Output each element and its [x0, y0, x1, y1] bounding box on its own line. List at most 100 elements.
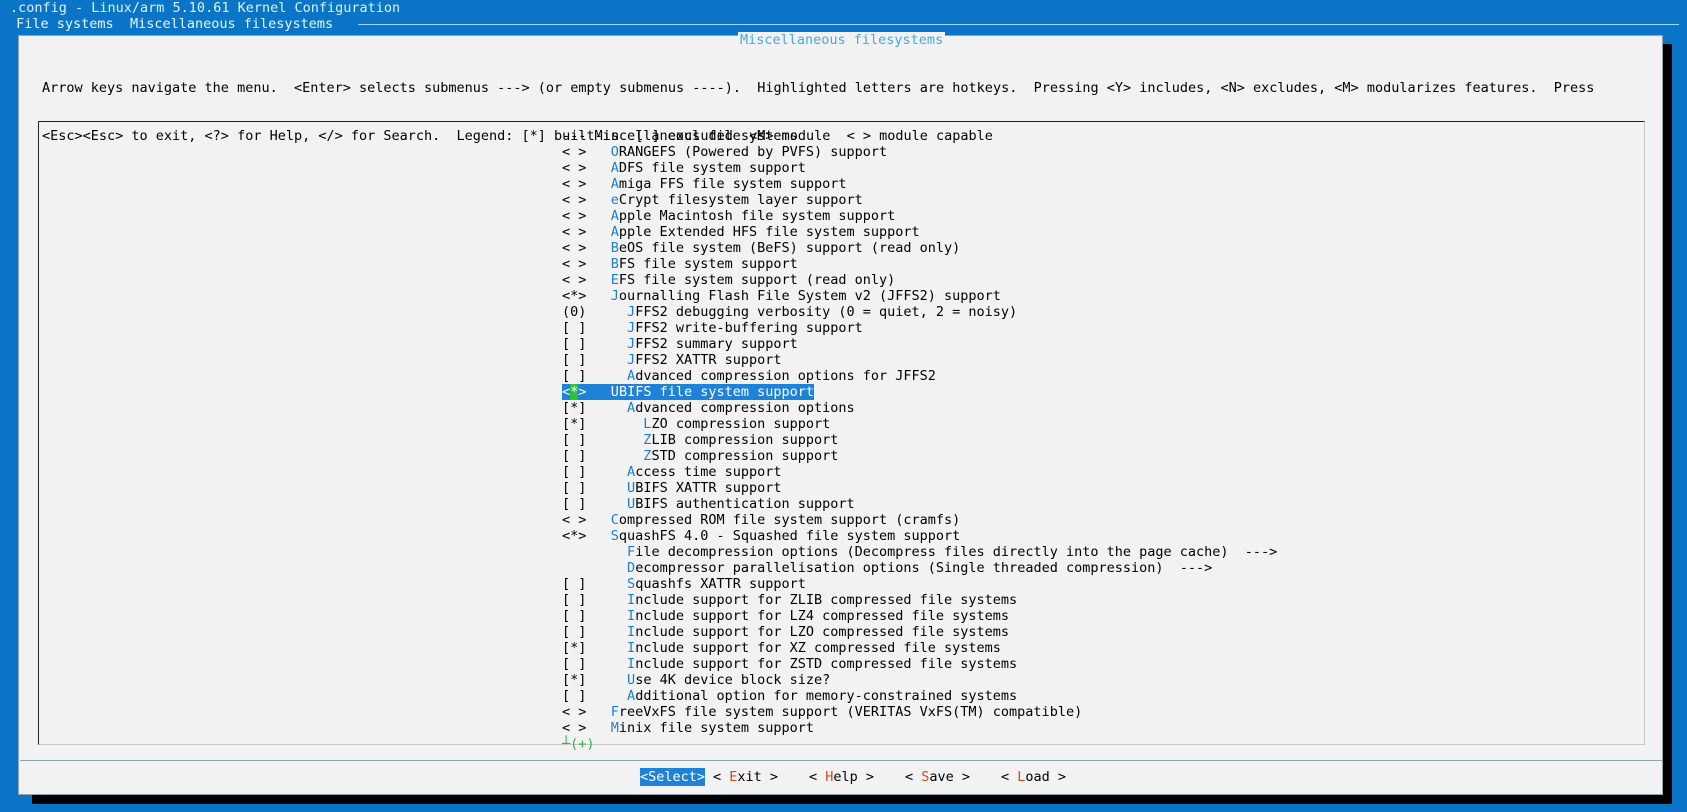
- menu-item-indent: [611, 576, 627, 592]
- menu-item[interactable]: [ ] Include support for LZ4 compressed f…: [562, 608, 1277, 624]
- load-button[interactable]: < Load >: [1001, 768, 1066, 786]
- menu-item[interactable]: Decompressor parallelisation options (Si…: [562, 560, 1277, 576]
- menu-item-line: < > ORANGEFS (Powered by PVFS) support: [562, 144, 887, 160]
- menu-item[interactable]: [ ] JFFS2 XATTR support: [562, 352, 1277, 368]
- menu-item-hotkey: D: [627, 560, 636, 576]
- menu-item-label: dditional option for memory-constrained …: [635, 688, 1018, 704]
- button-bracket: >: [857, 769, 875, 785]
- menu-item-hotkey: E: [610, 272, 619, 288]
- menu-item-line: < > Amiga FFS file system support: [562, 176, 847, 192]
- button-bracket: >: [761, 769, 779, 785]
- menu-item-indent: [611, 624, 627, 640]
- select-button[interactable]: <Select>: [640, 768, 706, 786]
- menu-item[interactable]: < > Minix file system support: [562, 720, 1277, 736]
- menu-item-hotkey: S: [610, 528, 619, 544]
- menu-item-state: [ ]: [562, 576, 611, 592]
- menu-item[interactable]: < > ORANGEFS (Powered by PVFS) support: [562, 144, 1277, 160]
- menu-item-line: [*] Advanced compression options: [562, 400, 855, 416]
- menu-item[interactable]: [ ] UBIFS authentication support: [562, 496, 1277, 512]
- menu-item-label: nclude support for XZ compressed file sy…: [635, 640, 1001, 656]
- menu-item[interactable]: [ ] ZLIB compression support: [562, 432, 1277, 448]
- button-label: xit: [737, 769, 762, 785]
- exit-button[interactable]: < Exit >: [713, 768, 778, 786]
- menu-item[interactable]: [ ] UBIFS XATTR support: [562, 480, 1277, 496]
- menu-item-hotkey: F: [627, 544, 636, 560]
- breadcrumb-item-file-systems[interactable]: File systems: [16, 16, 114, 32]
- menu-item[interactable]: < > BFS file system support: [562, 256, 1277, 272]
- menu-item[interactable]: [ ] Squashfs XATTR support: [562, 576, 1277, 592]
- menu-item[interactable]: [ ] Include support for ZSTD compressed …: [562, 656, 1277, 672]
- menu-item-line: File decompression options (Decompress f…: [562, 544, 1277, 560]
- menu-item-line: < > BFS file system support: [562, 256, 798, 272]
- menu-item[interactable]: [*] Advanced compression options: [562, 400, 1277, 416]
- menu-item[interactable]: < > Apple Extended HFS file system suppo…: [562, 224, 1277, 240]
- menu-item-state: [ ]: [562, 608, 611, 624]
- menu-item-state: <*>: [562, 288, 611, 304]
- button-label: oad: [1025, 769, 1050, 785]
- menu-item[interactable]: [ ] Additional option for memory-constra…: [562, 688, 1277, 704]
- menu-item-state: [ ]: [562, 336, 611, 352]
- menu-item[interactable]: <*> Journalling Flash File System v2 (JF…: [562, 288, 1277, 304]
- menu-item-hotkey: C: [610, 512, 619, 528]
- menu-item[interactable]: [ ] ZSTD compression support: [562, 448, 1277, 464]
- menu-item[interactable]: < > eCrypt filesystem layer support: [562, 192, 1277, 208]
- menu-item[interactable]: <*> SquashFS 4.0 - Squashed file system …: [562, 528, 1277, 544]
- menu-item-state: [562, 560, 611, 576]
- menu-item-label: BIFS XATTR support: [635, 480, 782, 496]
- menu-item-indent: [611, 320, 627, 336]
- menu-item-state: ---: [562, 128, 595, 144]
- menu-item[interactable]: <*> UBIFS file system support: [562, 384, 1277, 400]
- menu-item[interactable]: < > ADFS file system support: [562, 160, 1277, 176]
- menu-item[interactable]: (0) JFFS2 debugging verbosity (0 = quiet…: [562, 304, 1277, 320]
- scroll-more-indicator: ┴(+): [562, 736, 595, 752]
- menu-item-label: ompressed ROM file system support (cramf…: [618, 512, 961, 528]
- menu-item-hotkey: A: [610, 224, 619, 240]
- menu-item-state: [ ]: [562, 464, 611, 480]
- menu-item-hotkey: A: [627, 368, 636, 384]
- menu-item[interactable]: < > EFS file system support (read only): [562, 272, 1277, 288]
- menu-item[interactable]: [*] Include support for XZ compressed fi…: [562, 640, 1277, 656]
- menu-item-hotkey: I: [627, 624, 636, 640]
- menu-item[interactable]: --- Miscellaneous filesystems: [562, 128, 1277, 144]
- menu-item-label: BIFS file system support: [618, 384, 815, 400]
- button-bracket: <: [713, 769, 730, 785]
- menu-item-line: < > ADFS file system support: [562, 160, 806, 176]
- menu-item-state: < >: [562, 208, 611, 224]
- breadcrumb-item-misc-filesystems[interactable]: Miscellaneous filesystems: [130, 16, 333, 32]
- menu-item[interactable]: [ ] Advanced compression options for JFF…: [562, 368, 1277, 384]
- menu-item[interactable]: File decompression options (Decompress f…: [562, 544, 1277, 560]
- button-bracket: <: [1001, 769, 1018, 785]
- menu-item-state: [ ]: [562, 496, 611, 512]
- save-button[interactable]: < Save >: [905, 768, 970, 786]
- menu-item-line: <*> UBIFS file system support: [562, 384, 815, 400]
- menu-item[interactable]: [ ] Include support for ZLIB compressed …: [562, 592, 1277, 608]
- menu-item-label: nclude support for LZO compressed file s…: [635, 624, 1010, 640]
- menu-item[interactable]: [ ] JFFS2 summary support: [562, 336, 1277, 352]
- menu-item-label: quashfs XATTR support: [635, 576, 806, 592]
- breadcrumb-separator: [114, 16, 130, 32]
- menu-item-hotkey: A: [627, 688, 636, 704]
- menu-item-label: Miscellaneous filesystems: [594, 128, 798, 144]
- menu-item[interactable]: [ ] Access time support: [562, 464, 1277, 480]
- menu-item[interactable]: < > Compressed ROM file system support (…: [562, 512, 1277, 528]
- menu-item-label: ecompressor parallelisation options (Sin…: [635, 560, 1213, 576]
- help-button[interactable]: < Help >: [809, 768, 874, 786]
- menu-item[interactable]: < > Amiga FFS file system support: [562, 176, 1277, 192]
- menu-item-line: [ ] JFFS2 XATTR support: [562, 352, 782, 368]
- menu-item-state: [ ]: [562, 432, 611, 448]
- menu-item-hotkey: B: [610, 240, 619, 256]
- menu-item[interactable]: < > Apple Macintosh file system support: [562, 208, 1277, 224]
- menu-item[interactable]: [*] LZO compression support: [562, 416, 1277, 432]
- menu-item[interactable]: [ ] Include support for LZO compressed f…: [562, 624, 1277, 640]
- menu-item[interactable]: < > BeOS file system (BeFS) support (rea…: [562, 240, 1277, 256]
- menu-item-line: (0) JFFS2 debugging verbosity (0 = quiet…: [562, 304, 1017, 320]
- menu-item-label: LIB compression support: [651, 432, 839, 448]
- menu-item[interactable]: < > FreeVxFS file system support (VERITA…: [562, 704, 1277, 720]
- menu-item-label: STD compression support: [651, 448, 839, 464]
- menu-item-hotkey: U: [627, 496, 636, 512]
- menu-item[interactable]: [*] Use 4K device block size?: [562, 672, 1277, 688]
- menu-item[interactable]: [ ] JFFS2 write-buffering support: [562, 320, 1277, 336]
- menu-item-hotkey: B: [610, 256, 619, 272]
- menu-item-line: [ ] Advanced compression options for JFF…: [562, 368, 936, 384]
- menu-list[interactable]: --- Miscellaneous filesystems < > ORANGEF…: [562, 128, 1277, 736]
